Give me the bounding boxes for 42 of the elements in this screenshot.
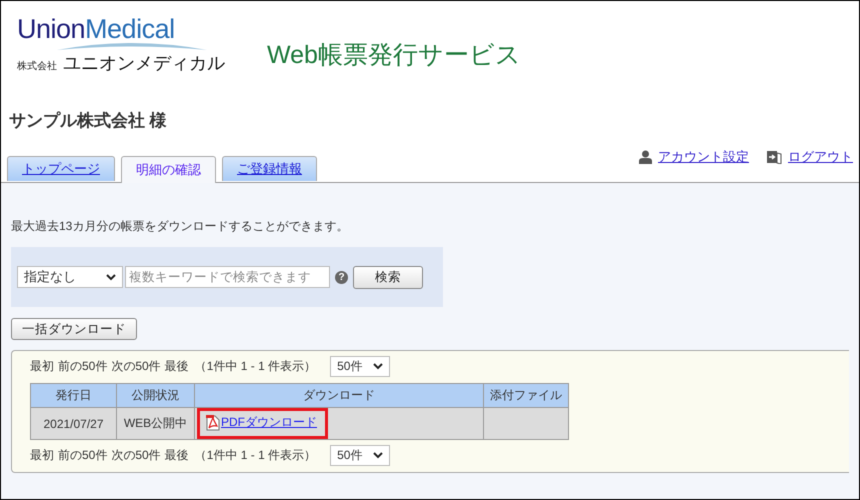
column-header: 添付ファイル <box>484 384 568 408</box>
company-name: ユニオンメディカル <box>63 52 225 75</box>
chevron-down-icon <box>373 452 384 459</box>
pdf-download-link[interactable]: PDFダウンロード <box>221 414 317 431</box>
keyword-field[interactable]: 複数キーワードで検索できます <box>125 266 330 288</box>
tab[interactable]: ご登録情報 <box>222 156 317 181</box>
pager-link[interactable]: 最後 <box>164 358 189 375</box>
pager-link[interactable]: 最初 <box>30 447 54 464</box>
pdf-icon <box>206 414 220 430</box>
pager-link[interactable]: 最初 <box>30 358 54 375</box>
per-page-select[interactable]: 50件 <box>330 356 390 377</box>
tab[interactable]: 明細の確認 <box>121 156 216 183</box>
company-prefix: 株式会社 <box>17 60 57 73</box>
table-cell: 2021/07/27 <box>30 408 116 440</box>
pager-link[interactable]: 前の50件 <box>58 447 108 464</box>
search-button[interactable]: 検索 <box>353 266 423 288</box>
header-link[interactable]: ログアウト <box>788 148 853 166</box>
category-select[interactable]: 指定なし <box>17 266 123 288</box>
logo-wordmark: UnionMedical <box>17 16 176 42</box>
chevron-down-icon <box>373 363 384 370</box>
pager-link[interactable]: 前の50件 <box>58 358 108 375</box>
pager-link[interactable]: 最後 <box>164 447 189 464</box>
table-cell: WEB公開中 <box>116 408 194 440</box>
customer-name: サンプル株式会社 様 <box>9 110 168 132</box>
swoosh-icon <box>57 40 207 50</box>
header-link[interactable]: アカウント設定 <box>658 148 749 166</box>
user-icon <box>639 150 652 164</box>
pager-link[interactable]: 次の50件 <box>111 358 161 375</box>
chevron-down-icon <box>106 274 116 280</box>
bulk-download-button[interactable]: 一括ダウンロード <box>11 318 137 340</box>
column-header: 発行日 <box>30 384 116 408</box>
pager-link[interactable]: 次の50件 <box>111 447 161 464</box>
service-title: Web帳票発行サービス <box>267 40 521 71</box>
pager-summary: （1件中 1 - 1 件表示） <box>194 358 316 375</box>
logout-icon <box>767 150 782 164</box>
pager-summary: （1件中 1 - 1 件表示） <box>194 447 316 464</box>
tab[interactable]: トップページ <box>7 156 115 181</box>
per-page-select[interactable]: 50件 <box>330 445 390 466</box>
help-icon[interactable]: ? <box>335 270 348 284</box>
column-header: ダウンロード <box>194 384 484 408</box>
notice-text: 最大過去13カ月分の帳票をダウンロードすることができます。 <box>11 218 350 235</box>
column-header: 公開状況 <box>116 384 194 408</box>
